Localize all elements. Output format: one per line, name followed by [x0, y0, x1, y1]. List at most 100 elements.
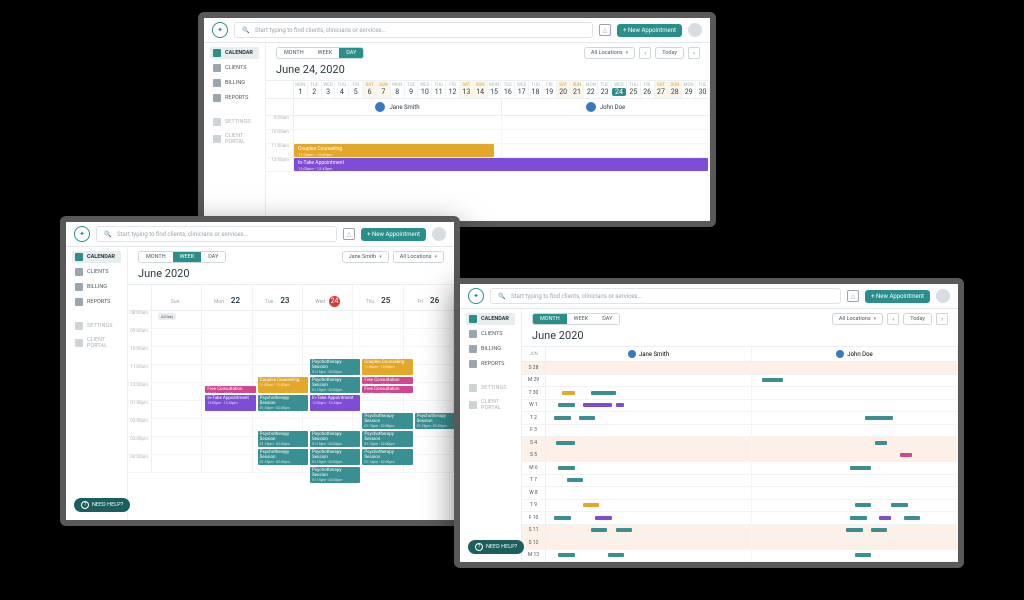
appointment[interactable]: Psychotherapy Session01:15pm - 02:00pm [258, 395, 308, 411]
appointment[interactable]: Psychotherapy Session01:15pm - 02:00pm [258, 449, 308, 465]
day-cell[interactable]: THU4 [335, 81, 349, 98]
appointment-bar[interactable] [556, 441, 574, 445]
nav-billing[interactable]: BILLING [466, 343, 515, 355]
location-filter[interactable]: All Locations▾ [584, 47, 635, 59]
view-toggle[interactable]: MONTH WEEK DAY [532, 313, 620, 325]
appointment-bar[interactable] [616, 528, 632, 532]
day-cell[interactable]: THU18 [529, 81, 543, 98]
appointment-bar[interactable] [855, 553, 871, 557]
month-day-row[interactable]: T 2 [522, 412, 958, 425]
day-cell[interactable]: TUE16 [501, 81, 515, 98]
day-cell[interactable]: TUE2 [308, 81, 322, 98]
appointment[interactable]: Couples Counseling11:00am - 12:00pm [362, 359, 412, 375]
location-filter[interactable]: All Locations▾ [393, 251, 444, 263]
day-cell[interactable]: FRI12 [446, 81, 460, 98]
appointment[interactable]: Psychotherapy Session01:15pm - 02:00pm [362, 449, 412, 465]
nav-settings[interactable]: SETTINGS [72, 320, 121, 332]
day-cell[interactable]: MON8 [391, 81, 405, 98]
appointment[interactable]: In-Take Appointment12:00pm - 12:45pm [205, 395, 255, 411]
month-day-row[interactable]: F 10 [522, 512, 958, 525]
help-button[interactable]: ?NEED HELP? [468, 540, 524, 554]
user-avatar[interactable] [432, 227, 446, 241]
toggle-month[interactable]: MONTH [533, 314, 567, 324]
day-cell[interactable]: TUE9 [405, 81, 419, 98]
day-cell[interactable]: WED3 [322, 81, 336, 98]
month-day-row[interactable]: S 11 [522, 525, 958, 538]
weekday-header[interactable]: Tue 23 [253, 285, 303, 310]
appointment[interactable]: Free Consultation10:30am - 10:45am [362, 377, 412, 384]
notifications-icon[interactable]: △ [343, 228, 355, 240]
month-day-row[interactable]: M 13 [522, 550, 958, 563]
appointment[interactable]: Psychotherapy Session01:15pm - 02:00pm [310, 431, 360, 447]
appointment-bar[interactable] [567, 478, 583, 482]
nav-clients[interactable]: CLIENTS [210, 62, 259, 74]
appointment[interactable]: Psychotherapy Session01:15pm - 02:00pm [362, 413, 412, 429]
appointment[interactable]: In-Take Appointment12:00pm - 12:45pm [310, 395, 360, 411]
nav-reports[interactable]: REPORTS [466, 358, 515, 370]
new-appointment-button[interactable]: + New Appointment [617, 24, 682, 37]
nav-reports[interactable]: REPORTS [72, 296, 121, 308]
nav-clients[interactable]: CLIENTS [72, 266, 121, 278]
appointment-bar[interactable] [595, 516, 611, 520]
appointment-bar[interactable] [846, 528, 862, 532]
nav-reports[interactable]: REPORTS [210, 92, 259, 104]
nav-billing[interactable]: BILLING [72, 281, 121, 293]
month-day-row[interactable]: M 29 [522, 375, 958, 388]
month-day-row[interactable]: S 4 [522, 437, 958, 450]
nav-calendar[interactable]: CALENDAR [210, 47, 259, 59]
next-button[interactable]: › [688, 47, 700, 59]
day-cell[interactable]: SAT20 [557, 81, 571, 98]
appointment[interactable]: Psychotherapy Session01:15pm - 02:00pm [362, 431, 412, 447]
toggle-week[interactable]: WEEK [173, 252, 202, 262]
next-button[interactable]: › [936, 313, 948, 325]
appointment-bar[interactable] [850, 516, 866, 520]
month-day-row[interactable]: T 9 [522, 500, 958, 513]
month-day-row[interactable]: F 3 [522, 425, 958, 438]
appointment-bar[interactable] [762, 378, 783, 382]
toggle-day[interactable]: DAY [339, 48, 363, 58]
notifications-icon[interactable]: △ [599, 24, 611, 36]
appointment-bar[interactable] [583, 403, 612, 407]
day-cell[interactable]: THU25 [627, 81, 641, 98]
month-day-row[interactable]: S 28 [522, 362, 958, 375]
appointment-bar[interactable] [855, 503, 871, 507]
appointment-bar[interactable] [558, 466, 574, 470]
day-cell[interactable]: WED10 [418, 81, 432, 98]
month-day-row[interactable]: T 30 [522, 387, 958, 400]
day-cell[interactable]: WED17 [515, 81, 529, 98]
notifications-icon[interactable]: △ [847, 290, 859, 302]
weekday-header[interactable]: Wed 24 [303, 285, 353, 310]
appointment[interactable]: Free Consultation10:30am - 10:45am [205, 386, 255, 393]
nav-client-portal[interactable]: CLIENT PORTAL [210, 131, 259, 147]
appointment-bar[interactable] [879, 516, 891, 520]
appointment-bar[interactable] [616, 403, 624, 407]
day-cell[interactable]: SUN14 [474, 81, 488, 98]
appointment-bar[interactable] [875, 441, 887, 445]
staff-filter[interactable]: Jane Smith▾ [342, 251, 389, 263]
search-input[interactable]: 🔍Start typing to find clients, clinician… [96, 226, 337, 242]
appointment-bar[interactable] [850, 466, 871, 470]
day-cell[interactable]: FRI19 [543, 81, 557, 98]
day-cell[interactable]: TUE23 [598, 81, 612, 98]
prev-button[interactable]: ‹ [639, 47, 651, 59]
user-avatar[interactable] [936, 289, 950, 303]
appointment-bar[interactable] [554, 516, 570, 520]
toggle-week[interactable]: WEEK [311, 48, 340, 58]
today-button[interactable]: Today [655, 47, 684, 59]
user-avatar[interactable] [688, 23, 702, 37]
month-day-row[interactable]: T 7 [522, 475, 958, 488]
day-cell[interactable]: SAT6 [363, 81, 377, 98]
nav-clients[interactable]: CLIENTS [466, 328, 515, 340]
toggle-month[interactable]: MONTH [139, 252, 173, 262]
toggle-day[interactable]: DAY [595, 314, 619, 324]
today-button[interactable]: Today [903, 313, 932, 325]
appointment-bar[interactable] [558, 403, 574, 407]
appointment[interactable]: Couples Counseling11:00am - 12:00pm [258, 377, 308, 393]
month-day-row[interactable]: S 12 [522, 537, 958, 550]
day-cell[interactable]: MON1 [294, 81, 308, 98]
appointment-bar[interactable] [562, 391, 574, 395]
month-day-row[interactable]: W 1 [522, 400, 958, 413]
day-cell[interactable]: WED24 [612, 81, 627, 98]
toggle-month[interactable]: MONTH [277, 48, 311, 58]
toggle-week[interactable]: WEEK [567, 314, 596, 324]
